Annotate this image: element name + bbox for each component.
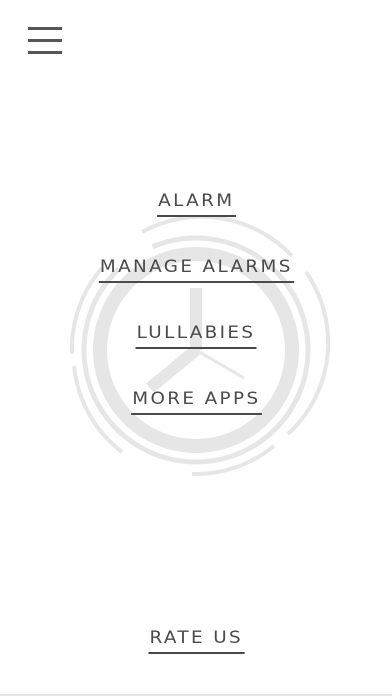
rate-us-link[interactable]: RATE US xyxy=(0,627,392,654)
lullabies-link-label[interactable]: LULLABIES xyxy=(135,322,257,349)
menu-bar-middle xyxy=(28,39,62,42)
rate-us-link-label[interactable]: RATE US xyxy=(148,627,244,654)
alarm-link-label[interactable]: ALARM xyxy=(156,190,236,217)
more-apps-link[interactable]: MORE APPS xyxy=(0,388,392,415)
manage-alarms-link[interactable]: MANAGE ALARMS xyxy=(0,256,392,283)
menu-bar-bottom xyxy=(28,51,62,54)
alarm-link[interactable]: ALARM xyxy=(0,190,392,217)
menu-bar-top xyxy=(28,27,62,30)
hamburger-menu-icon[interactable] xyxy=(28,27,63,57)
lullabies-link[interactable]: LULLABIES xyxy=(0,322,392,349)
more-apps-link-label[interactable]: MORE APPS xyxy=(130,388,262,415)
manage-alarms-link-label[interactable]: MANAGE ALARMS xyxy=(98,256,294,283)
